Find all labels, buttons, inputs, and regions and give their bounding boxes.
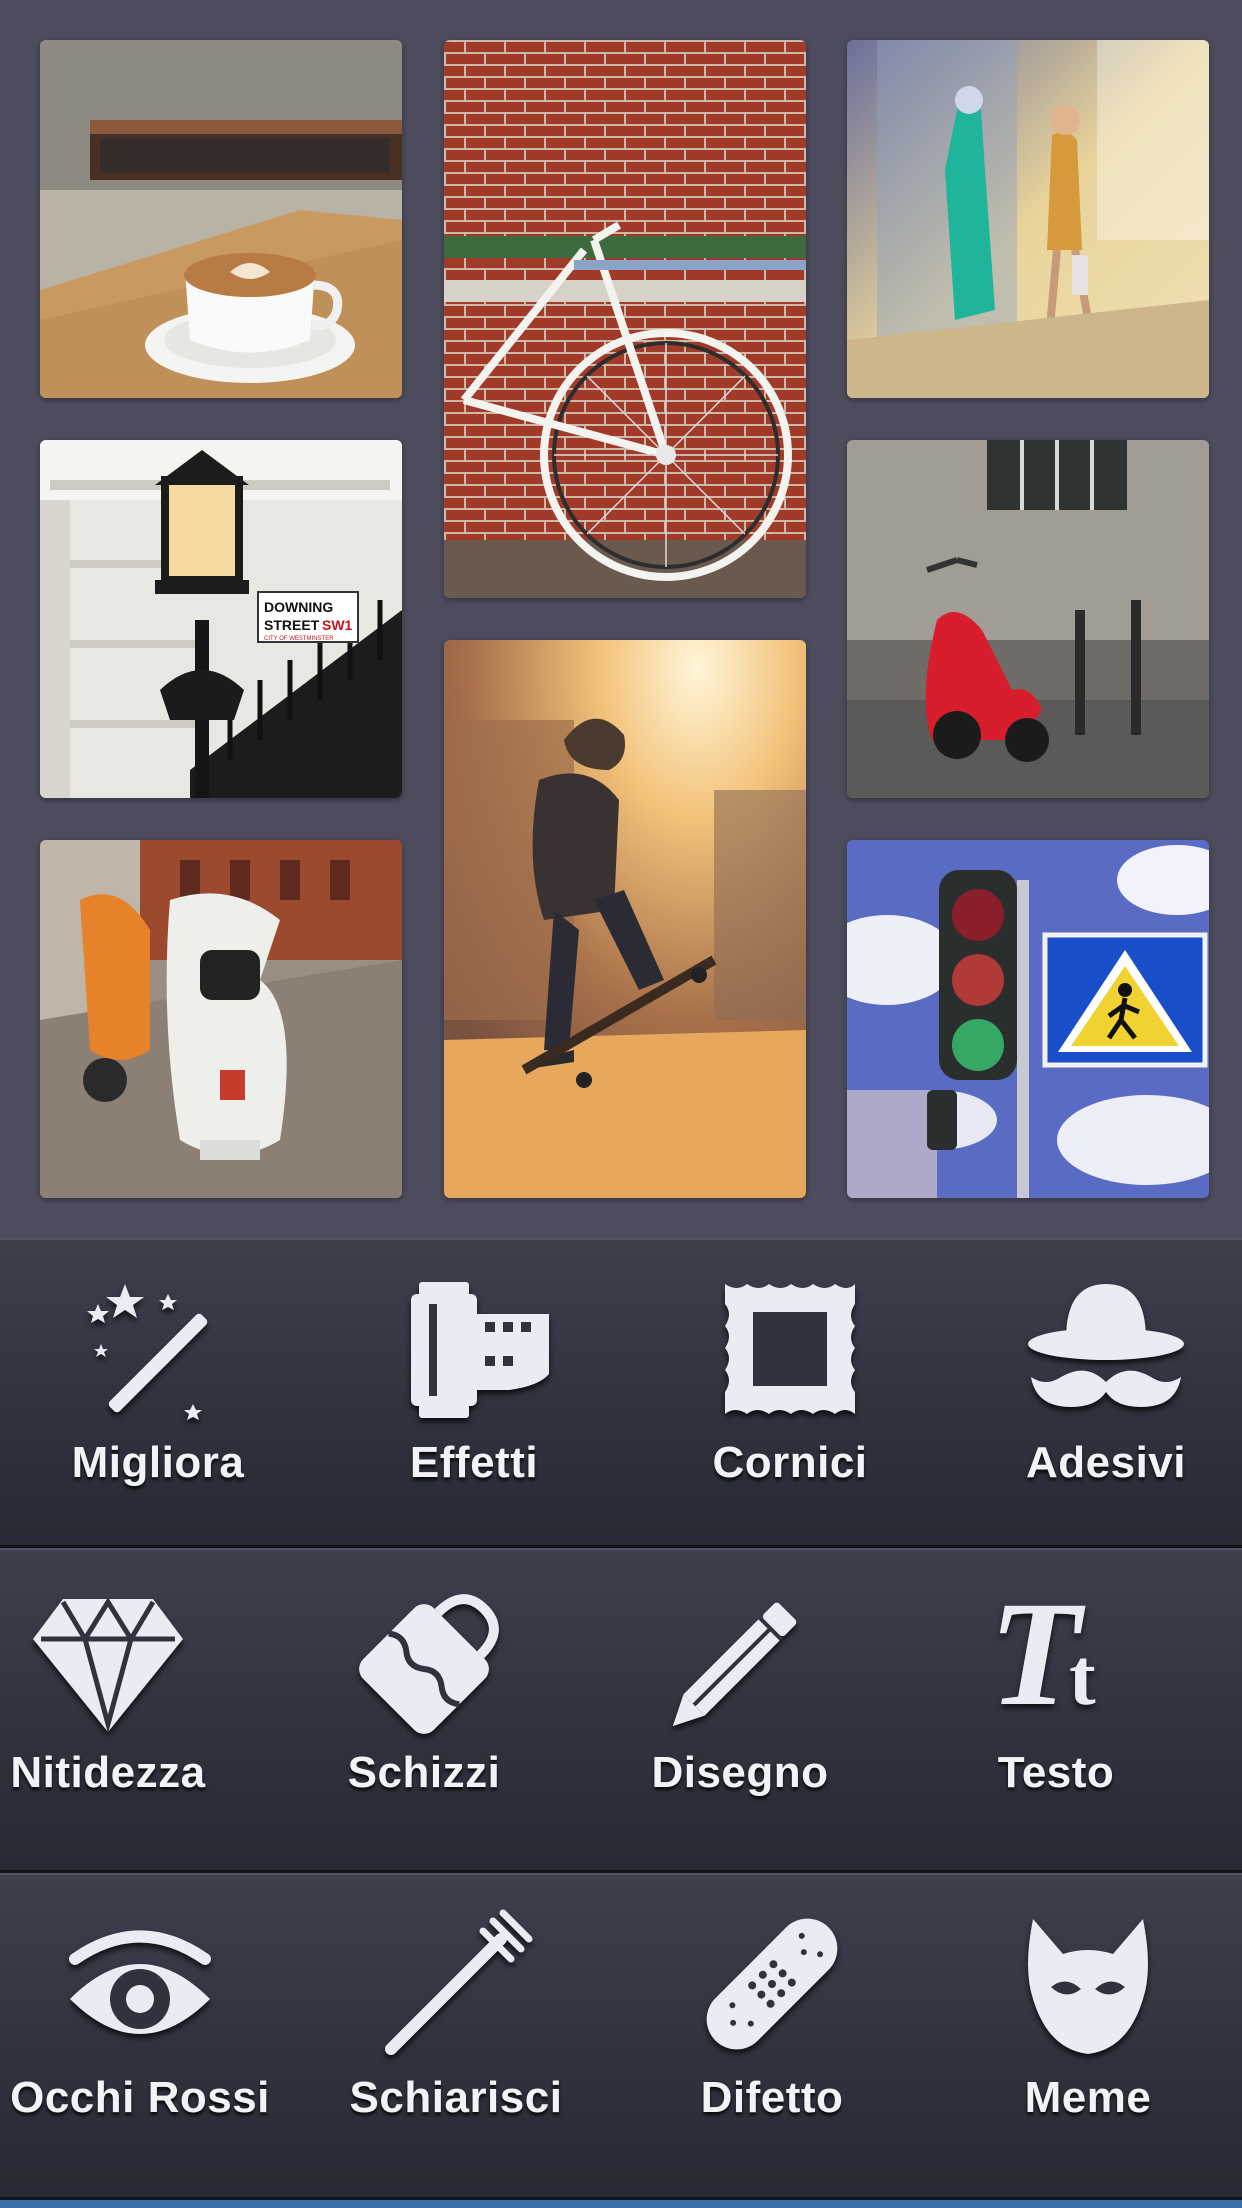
paint-bucket-icon [339, 1574, 509, 1744]
tools-row-3: Occhi Rossi Schiarisci Difetto Meme [0, 1873, 1242, 2200]
photo-shop-window[interactable] [847, 40, 1209, 398]
photo-coffee-cup[interactable] [40, 40, 402, 398]
magic-wand-icon [73, 1264, 243, 1434]
bandage-icon [687, 1899, 857, 2069]
pencil-icon [655, 1574, 825, 1744]
photo-red-scooter[interactable] [847, 440, 1209, 798]
diamond-icon [23, 1574, 193, 1744]
bottom-accent-strip [0, 2200, 1242, 2208]
tool-schiarisci[interactable]: Schiarisci [331, 1875, 581, 2185]
tool-label: Adesivi [1025, 1438, 1186, 1487]
sign-sub: CITY OF WESTMINSTER [264, 636, 334, 642]
sign-line1: DOWNING [264, 599, 333, 615]
text-icon: T t [971, 1574, 1141, 1744]
photo-vintage-scooters[interactable] [40, 840, 402, 1198]
tool-effetti[interactable]: Effetti [349, 1240, 599, 1550]
photo-traffic-light[interactable] [847, 840, 1209, 1198]
photo-bicycle-brick-wall[interactable] [444, 40, 806, 598]
sign-code: SW1 [322, 617, 353, 633]
cat-mask-icon [1003, 1899, 1173, 2069]
photo-skateboarder[interactable] [444, 640, 806, 1198]
tool-label: Disegno [651, 1748, 829, 1797]
tool-label: Difetto [700, 2073, 844, 2122]
sign-line2: STREET [264, 617, 320, 633]
tools-row-1: Migliora Effetti Cornici Adesivi [0, 1238, 1242, 1548]
tool-migliora[interactable]: Migliora [33, 1240, 283, 1550]
tool-label: Schiarisci [349, 2073, 563, 2122]
eye-icon [55, 1899, 225, 2069]
tool-label: Effetti [409, 1438, 539, 1487]
tool-label: Schizzi [347, 1748, 501, 1797]
tool-schizzi[interactable]: Schizzi [299, 1550, 549, 1860]
tool-adesivi[interactable]: Adesivi [981, 1240, 1231, 1550]
tool-label: Meme [1024, 2073, 1152, 2122]
toothbrush-icon [371, 1899, 541, 2069]
tools-panel: Migliora Effetti Cornici Adesivi Nitidez… [0, 1238, 1242, 2208]
frame-icon [705, 1264, 875, 1434]
photo-street-lamp[interactable]: DOWNING STREET SW1 CITY OF WESTMINSTER [40, 440, 402, 798]
hat-mustache-icon [1021, 1264, 1191, 1434]
text-icon-small-glyph: t [1069, 1634, 1096, 1722]
tools-row-2: Nitidezza Schizzi Disegno T t Testo [0, 1548, 1242, 1873]
tool-difetto[interactable]: Difetto [647, 1875, 897, 2185]
tool-nitidezza[interactable]: Nitidezza [0, 1550, 233, 1860]
tool-testo[interactable]: T t Testo [931, 1550, 1181, 1860]
tool-cornici[interactable]: Cornici [665, 1240, 915, 1550]
photo-collage: DOWNING STREET SW1 CITY OF WESTMINSTER [0, 0, 1242, 1238]
tool-occhi-rossi[interactable]: Occhi Rossi [10, 1875, 269, 2185]
tool-disegno[interactable]: Disegno [615, 1550, 865, 1860]
tool-meme[interactable]: Meme [963, 1875, 1213, 2185]
tool-label: Cornici [712, 1438, 868, 1487]
film-roll-icon [389, 1264, 559, 1434]
tool-label: Testo [997, 1748, 1115, 1797]
